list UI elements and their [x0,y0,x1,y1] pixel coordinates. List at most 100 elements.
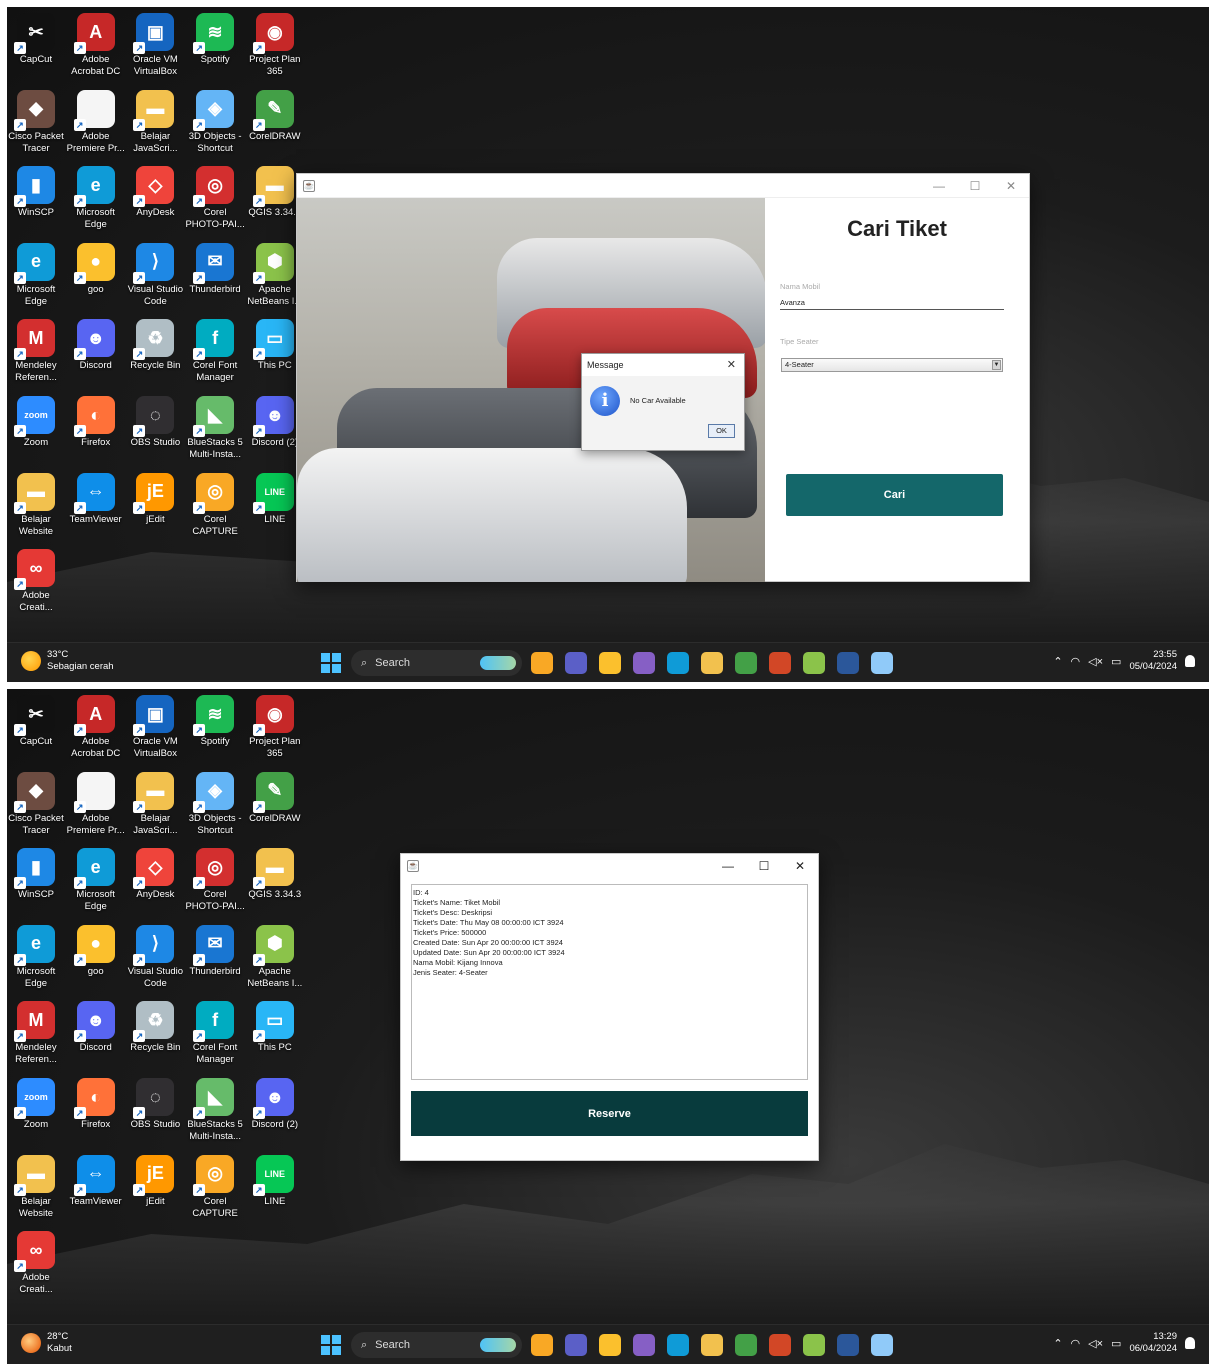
widgets-icon[interactable] [531,652,553,674]
desktop-icon[interactable]: ◌OBS Studio [125,1078,185,1131]
desktop-icon[interactable]: ☻Discord [66,1001,126,1054]
weather-widget[interactable]: 28°C Kabut [21,1331,72,1355]
clock[interactable]: 23:55 05/04/2024 [1129,649,1177,673]
desktop-icon[interactable]: AAdobe Acrobat DC [66,695,126,760]
desktop-icon[interactable]: ▬Belajar JavaScri... [125,89,185,155]
desktop-icon[interactable]: LINELINE [245,1154,305,1208]
maximize-button[interactable]: ☐ [957,174,993,198]
desktop-icon[interactable]: ∞Adobe Creati... [7,1231,66,1296]
desktop-icon[interactable]: ▬Belajar Website [7,1154,66,1220]
desktop-icon[interactable]: eMicrosoft Edge [66,848,126,913]
desktop-icon[interactable]: ▬QGIS 3.34.3 [245,848,305,901]
maximize-button[interactable]: ☐ [746,854,782,878]
ok-button[interactable]: OK [708,424,735,438]
desktop-icon[interactable]: MMendeley Referen... [7,319,66,384]
desktop-icon[interactable]: ◎Corel CAPTURE [185,472,245,538]
taskbar-search[interactable]: ⌕ Search [351,1332,522,1358]
desktop-icon[interactable]: ✎CorelDRAW [245,771,305,825]
desktop-icon[interactable]: ✉Thunderbird [185,242,245,296]
desktop-icon[interactable]: ▮WinSCP [7,848,66,901]
battery-icon[interactable]: ▭ [1111,1337,1121,1350]
java-app-icon[interactable] [871,1334,893,1356]
desktop-icon[interactable]: Adobe Premiere Pr... [66,771,126,837]
chevron-up-icon[interactable]: ⌃ [1053,655,1062,668]
desktop-icon[interactable]: ♻Recycle Bin [125,319,185,372]
start-button[interactable] [321,653,341,673]
desktop-icon[interactable]: ◈3D Objects - Shortcut [185,89,245,155]
taskbar-search[interactable]: ⌕ Search [351,650,522,676]
desktop-icon[interactable]: zoomZoom [7,1078,66,1131]
desktop-icon[interactable]: ◉Project Plan 365 [245,13,305,78]
visual-studio-icon[interactable] [633,652,655,674]
word-icon[interactable] [837,1334,859,1356]
edge-icon[interactable] [667,652,689,674]
volume-muted-icon[interactable]: ◁× [1088,655,1103,668]
desktop-icon[interactable]: ◎Corel PHOTO-PAI... [185,848,245,913]
minimize-button[interactable]: — [710,854,746,878]
tipe-seater-select[interactable]: 4-Seater ▼ [781,358,1003,372]
desktop-icon[interactable]: ◆Cisco Packet Tracer [7,89,66,155]
desktop-icon[interactable]: ▣Oracle VM VirtualBox [125,13,185,78]
desktop-icon[interactable]: Adobe Premiere Pr... [66,89,126,155]
volume-muted-icon[interactable]: ◁× [1088,1337,1103,1350]
chevron-down-icon[interactable]: ▼ [992,360,1001,370]
desktop-icon[interactable]: ◐Firefox [66,1078,126,1131]
chevron-up-icon[interactable]: ⌃ [1053,1337,1062,1350]
desktop-icon[interactable]: zoomZoom [7,396,66,449]
desktop-icon[interactable]: ◣BlueStacks 5 Multi-Insta... [185,396,245,461]
visual-studio-icon[interactable] [633,1334,655,1356]
desktop-icon[interactable]: ♻Recycle Bin [125,1001,185,1054]
powerpoint-icon[interactable] [769,652,791,674]
desktop-icon[interactable]: eMicrosoft Edge [7,924,66,990]
desktop-icon[interactable]: ▬Belajar JavaScri... [125,771,185,837]
desktop-icon[interactable]: ●goo [66,242,126,296]
clock[interactable]: 13:29 06/04/2024 [1129,1331,1177,1355]
start-button[interactable] [321,1335,341,1355]
desktop-icon[interactable]: ◉Project Plan 365 [245,695,305,760]
chrome-canary-icon[interactable] [735,1334,757,1356]
desktop-icon[interactable]: ●goo [66,924,126,978]
desktop-icon[interactable]: ⬢Apache NetBeans I... [245,924,305,990]
desktop-icon[interactable]: ◐Firefox [66,396,126,449]
file-explorer-icon[interactable] [701,652,723,674]
teams-icon[interactable] [565,1334,587,1356]
desktop-icon[interactable]: fCorel Font Manager [185,319,245,384]
chrome-icon[interactable] [599,652,621,674]
desktop-icon[interactable]: ☻Discord (2) [245,1078,305,1131]
file-explorer-icon[interactable] [701,1334,723,1356]
desktop-icon[interactable]: ◣BlueStacks 5 Multi-Insta... [185,1078,245,1143]
edge-icon[interactable] [667,1334,689,1356]
desktop-icon[interactable]: MMendeley Referen... [7,1001,66,1066]
cari-button[interactable]: Cari [786,474,1003,516]
desktop-icon[interactable]: ◎Corel CAPTURE [185,1154,245,1220]
notification-bell-icon[interactable] [1185,1337,1195,1349]
desktop-icon[interactable]: ▭This PC [245,1001,305,1054]
desktop-icon[interactable]: ⟩Visual Studio Code [125,242,185,308]
desktop-icon[interactable]: jEjEdit [125,472,185,526]
desktop-icon[interactable]: ◎Corel PHOTO-PAI... [185,166,245,231]
desktop-icon[interactable]: ◇AnyDesk [125,848,185,901]
wifi-icon[interactable]: ◠ [1071,655,1081,668]
powerpoint-icon[interactable] [769,1334,791,1356]
desktop-icon[interactable]: ≋Spotify [185,13,245,66]
desktop-icon[interactable]: ≋Spotify [185,695,245,748]
nama-mobil-input[interactable]: Avanza [780,298,1004,310]
desktop-icon[interactable]: ◌OBS Studio [125,396,185,449]
desktop-icon[interactable]: ◈3D Objects - Shortcut [185,771,245,837]
desktop-icon[interactable]: ▣Oracle VM VirtualBox [125,695,185,760]
desktop-icon[interactable]: ✂CapCut [7,13,66,66]
teams-icon[interactable] [565,652,587,674]
netbeans-icon[interactable] [803,1334,825,1356]
desktop-icon[interactable]: ⟩Visual Studio Code [125,924,185,990]
desktop-icon[interactable]: ∞Adobe Creati... [7,549,66,614]
chrome-icon[interactable] [599,1334,621,1356]
wifi-icon[interactable]: ◠ [1071,1337,1081,1350]
battery-icon[interactable]: ▭ [1111,655,1121,668]
desktop-icon[interactable]: eMicrosoft Edge [7,242,66,308]
desktop-icon[interactable]: ▬Belajar Website [7,472,66,538]
desktop-icon[interactable]: ✉Thunderbird [185,924,245,978]
java-app-icon[interactable] [871,652,893,674]
reserve-button[interactable]: Reserve [411,1091,808,1136]
weather-widget[interactable]: 33°C Sebagian cerah [21,649,114,673]
ticket-details-textarea[interactable]: ID: 4 Ticket's Name: Tiket Mobil Ticket's … [411,884,808,1080]
